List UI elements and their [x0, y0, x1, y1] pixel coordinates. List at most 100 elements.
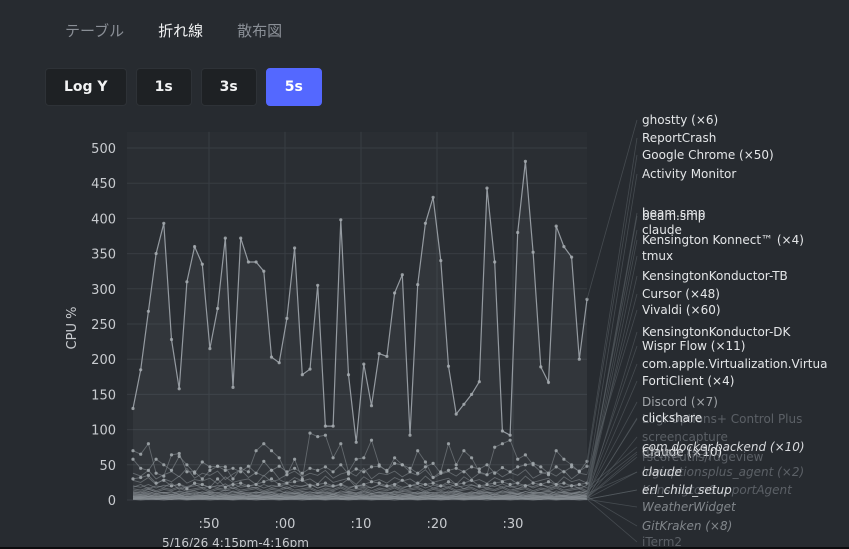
y-tick-label: 50 — [99, 459, 116, 474]
legend-label: KensingtonKonductor-DK — [642, 325, 792, 339]
series-point — [339, 218, 343, 222]
legend-label: erl_child_setup — [642, 483, 732, 497]
y-tick-label: 500 — [91, 142, 116, 157]
series-point — [131, 406, 135, 411]
series-point — [493, 260, 497, 264]
series-point — [323, 424, 327, 428]
y-tick-label: 0 — [108, 494, 116, 509]
legend-leader-line — [586, 309, 638, 475]
series-point — [369, 404, 374, 408]
legend-leader-line — [586, 293, 638, 484]
x-tick-label: :30 — [503, 517, 524, 532]
series-point — [308, 367, 312, 371]
y-tick-label: 100 — [91, 424, 116, 439]
x-tick-label: :00 — [275, 517, 296, 532]
series-point — [185, 280, 189, 284]
legend-label: ReportCrash — [642, 131, 716, 145]
legend-label: tmux — [642, 249, 673, 263]
x-tick-label: :20 — [427, 517, 448, 532]
y-axis-label: CPU % — [65, 307, 80, 350]
series-point — [239, 236, 243, 240]
series-point — [262, 269, 266, 273]
series-point — [439, 259, 443, 263]
series-point — [500, 429, 504, 433]
series-point — [454, 412, 458, 416]
series-point — [570, 255, 574, 259]
series-point — [193, 245, 197, 249]
legend-label: Activity Monitor — [642, 167, 736, 181]
y-tick-label: 350 — [91, 248, 116, 263]
series-point — [285, 316, 289, 320]
series-point — [446, 364, 451, 368]
legend-label: GitKraken (×8) — [642, 519, 732, 533]
series-point — [516, 230, 520, 235]
series-point — [154, 252, 158, 256]
legend-label: com.apple.Virtualization.Virtua — [642, 357, 827, 371]
legend-label: Cursor (×48) — [642, 287, 720, 301]
legend-label: ghostty (×6) — [642, 113, 718, 127]
legend-label: WeatherWidget — [642, 500, 737, 514]
series-point — [423, 221, 427, 225]
series-point — [246, 260, 250, 264]
series-point — [177, 387, 181, 391]
y-tick-label: 250 — [91, 318, 116, 333]
legend-label: beam.smp — [642, 209, 705, 223]
legend-label: clickshare — [642, 411, 702, 425]
series-point — [485, 186, 489, 190]
legend-leader-line — [586, 119, 638, 300]
series-point — [393, 291, 397, 295]
legend-label: FortiClient (×4) — [642, 374, 734, 388]
series-point — [354, 440, 358, 444]
series-point — [416, 283, 420, 287]
series-point — [300, 373, 304, 377]
y-tick-label: 150 — [91, 388, 116, 403]
legend-leader-line — [586, 496, 638, 527]
y-tick-label: 450 — [91, 177, 116, 192]
series-point — [577, 357, 581, 361]
series-point — [546, 380, 551, 384]
y-tick-label: 300 — [91, 283, 116, 298]
series-point — [269, 355, 274, 359]
series-point — [346, 373, 351, 377]
legend-label: Wispr Flow (×11) — [642, 339, 745, 353]
series-point — [316, 283, 320, 287]
legend-label: Vivaldi (×60) — [642, 303, 721, 317]
series-point — [223, 236, 227, 240]
series-point — [408, 433, 412, 437]
series-point — [139, 368, 143, 372]
legend-label: Discord (×7) — [642, 395, 718, 409]
series-point — [216, 306, 220, 311]
series-point — [562, 245, 566, 249]
x-tick-label: :50 — [199, 517, 220, 532]
legend-label: KensingtonKonductor-TB — [642, 269, 788, 283]
series-point — [162, 221, 166, 225]
series-point — [293, 246, 297, 250]
series-point — [462, 402, 466, 406]
legend-leader-line — [586, 137, 638, 462]
series-point — [254, 260, 258, 264]
series-point — [477, 380, 481, 384]
series-point — [231, 385, 235, 389]
legend-leader-line — [586, 363, 638, 494]
series-point — [277, 361, 281, 365]
legend-label: claude — [642, 465, 682, 479]
series-point — [531, 250, 535, 254]
series-point — [377, 352, 381, 356]
legend-label: Google Chrome (×50) — [642, 148, 774, 162]
legend-label: Kensington Konnect™ (×4) — [642, 233, 804, 247]
series-point — [362, 362, 366, 366]
legend-label: rscoreutils/rdgeview — [642, 450, 764, 464]
series-point — [523, 159, 528, 163]
series-point — [331, 424, 335, 428]
series-point — [508, 433, 512, 437]
y-tick-label: 400 — [91, 212, 116, 227]
legend-leader-line — [586, 173, 638, 484]
series-point — [146, 309, 150, 313]
series-point — [200, 262, 204, 266]
series-point — [539, 365, 543, 369]
series-point — [554, 224, 558, 228]
cpu-line-chart: 0 50 100 150 200 250 300 350 400 450 500:50:00:10:… — [65, 113, 827, 549]
series-point — [169, 337, 174, 342]
series-point — [431, 195, 435, 199]
series-point — [400, 273, 404, 277]
